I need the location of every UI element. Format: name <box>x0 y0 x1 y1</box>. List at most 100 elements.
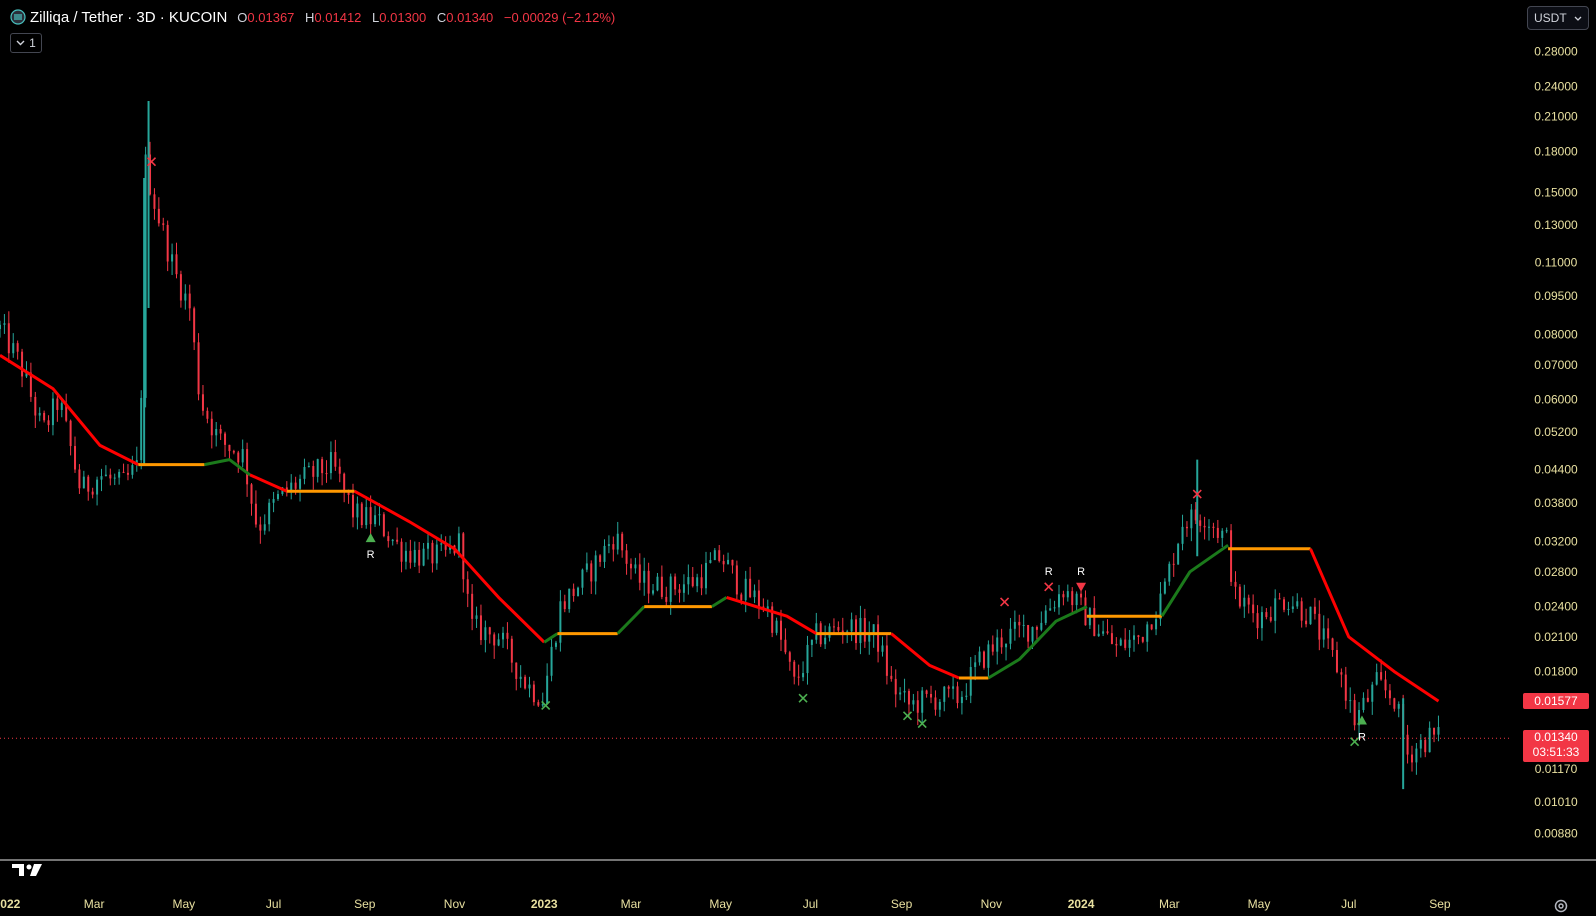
candle-body <box>325 473 328 475</box>
candle-body <box>1062 594 1065 598</box>
candle-body <box>484 627 487 641</box>
candle-body <box>757 590 760 607</box>
candle-body <box>1133 635 1135 640</box>
candle-body <box>1353 700 1356 726</box>
candle-body <box>1318 613 1321 640</box>
time-tick-label: Jul <box>266 897 281 911</box>
trailing-stop-segment <box>249 473 288 493</box>
candle-body <box>1137 635 1140 637</box>
candle-body <box>12 343 15 354</box>
price-tick-label: 0.13000 <box>1534 218 1578 232</box>
candle-body <box>7 323 10 354</box>
candle-body <box>969 667 972 696</box>
trailing-stop-segment <box>711 596 728 608</box>
candle-body <box>568 588 571 610</box>
candle-body <box>629 563 632 569</box>
time-tick-label: May <box>709 897 732 911</box>
price-chart[interactable]: R R R R 0.28000 0.24000 0.21000 0.18000 0.15000… <box>0 0 1596 916</box>
candle-body <box>1177 543 1180 565</box>
candle-body <box>396 539 399 542</box>
price-tick-label: 0.01010 <box>1534 795 1578 809</box>
candle-body <box>1331 638 1334 650</box>
candle-body <box>1260 612 1263 629</box>
candle-body <box>237 452 240 463</box>
candle-body <box>131 465 134 475</box>
candle-body <box>126 472 129 475</box>
candle-body <box>391 539 394 542</box>
candle-body <box>1410 754 1413 763</box>
trailing-stop-segment <box>353 489 546 644</box>
candle-body <box>193 308 196 343</box>
candle-body <box>422 548 425 566</box>
candle-body <box>254 503 257 525</box>
candle-body <box>704 562 707 589</box>
price-tick-label: 0.24000 <box>1534 79 1578 93</box>
candle-body <box>1349 700 1352 702</box>
candle-body <box>343 473 346 490</box>
candle-body <box>272 499 275 503</box>
collapse-indicators-button[interactable]: 1 <box>10 33 42 53</box>
candle-body <box>660 576 663 597</box>
candle-body <box>219 429 222 434</box>
candle-body <box>550 646 553 676</box>
candle-body <box>21 351 24 377</box>
time-tick-label: Sep <box>891 897 913 911</box>
candle-body <box>382 514 385 537</box>
candle-body <box>828 626 831 638</box>
candle-body <box>91 491 94 495</box>
candle-body <box>232 451 235 453</box>
candle-body <box>991 644 994 652</box>
candle-body <box>1221 530 1224 538</box>
settings-gear-icon[interactable] <box>1553 898 1569 914</box>
time-tick-label: May <box>1248 897 1271 911</box>
candle-body <box>885 645 888 676</box>
time-tick-label: Sep <box>354 897 376 911</box>
candle-body <box>157 208 160 224</box>
candle-body <box>3 323 6 325</box>
currency-selector[interactable]: USDT <box>1527 6 1589 30</box>
candle-body <box>440 543 443 545</box>
candle-body <box>669 576 672 602</box>
candle-body <box>824 637 827 645</box>
price-tick-label: 0.03800 <box>1534 496 1578 510</box>
symbol-title[interactable]: Zilliqa / Tether · 3D · KUCOIN <box>30 9 227 26</box>
candle-body <box>1141 636 1144 642</box>
candle-body <box>1252 604 1255 614</box>
open-label: O <box>237 9 248 25</box>
candle-body <box>559 601 562 643</box>
candle-body <box>1300 601 1303 621</box>
candle-body <box>603 545 606 562</box>
candle-body <box>104 474 107 477</box>
candle-body <box>1106 631 1109 634</box>
candle-body <box>718 550 721 562</box>
candle-body <box>1274 598 1277 621</box>
candle-body <box>38 412 41 416</box>
candle-body <box>1309 606 1312 625</box>
high-label: H <box>305 9 315 25</box>
candle-body <box>1146 624 1149 642</box>
candle-body <box>546 675 549 705</box>
candle-body <box>259 524 262 531</box>
candle-body <box>515 662 518 679</box>
candle-body <box>351 494 354 518</box>
candle-body <box>916 700 919 713</box>
candle-body <box>585 563 588 570</box>
candle-body <box>1283 599 1286 610</box>
candle-body <box>188 293 191 309</box>
candle-body <box>479 615 482 641</box>
candle-body <box>400 541 403 562</box>
candle-body <box>709 560 712 563</box>
candle-body <box>537 702 540 706</box>
last-price-value: 0.01340 <box>1534 730 1578 745</box>
price-tick-label: 0.18000 <box>1534 144 1578 158</box>
candle-body <box>652 590 655 594</box>
candle-body <box>974 662 977 668</box>
candle-body <box>877 624 880 652</box>
tradingview-logo-icon[interactable] <box>12 862 46 878</box>
indicator-price-tag: 0.01577 <box>1523 693 1589 710</box>
candle-body <box>1022 624 1025 626</box>
candle-body <box>140 397 143 461</box>
candle-body <box>1155 619 1158 630</box>
candle-body <box>338 466 341 474</box>
candle-body <box>493 634 496 646</box>
